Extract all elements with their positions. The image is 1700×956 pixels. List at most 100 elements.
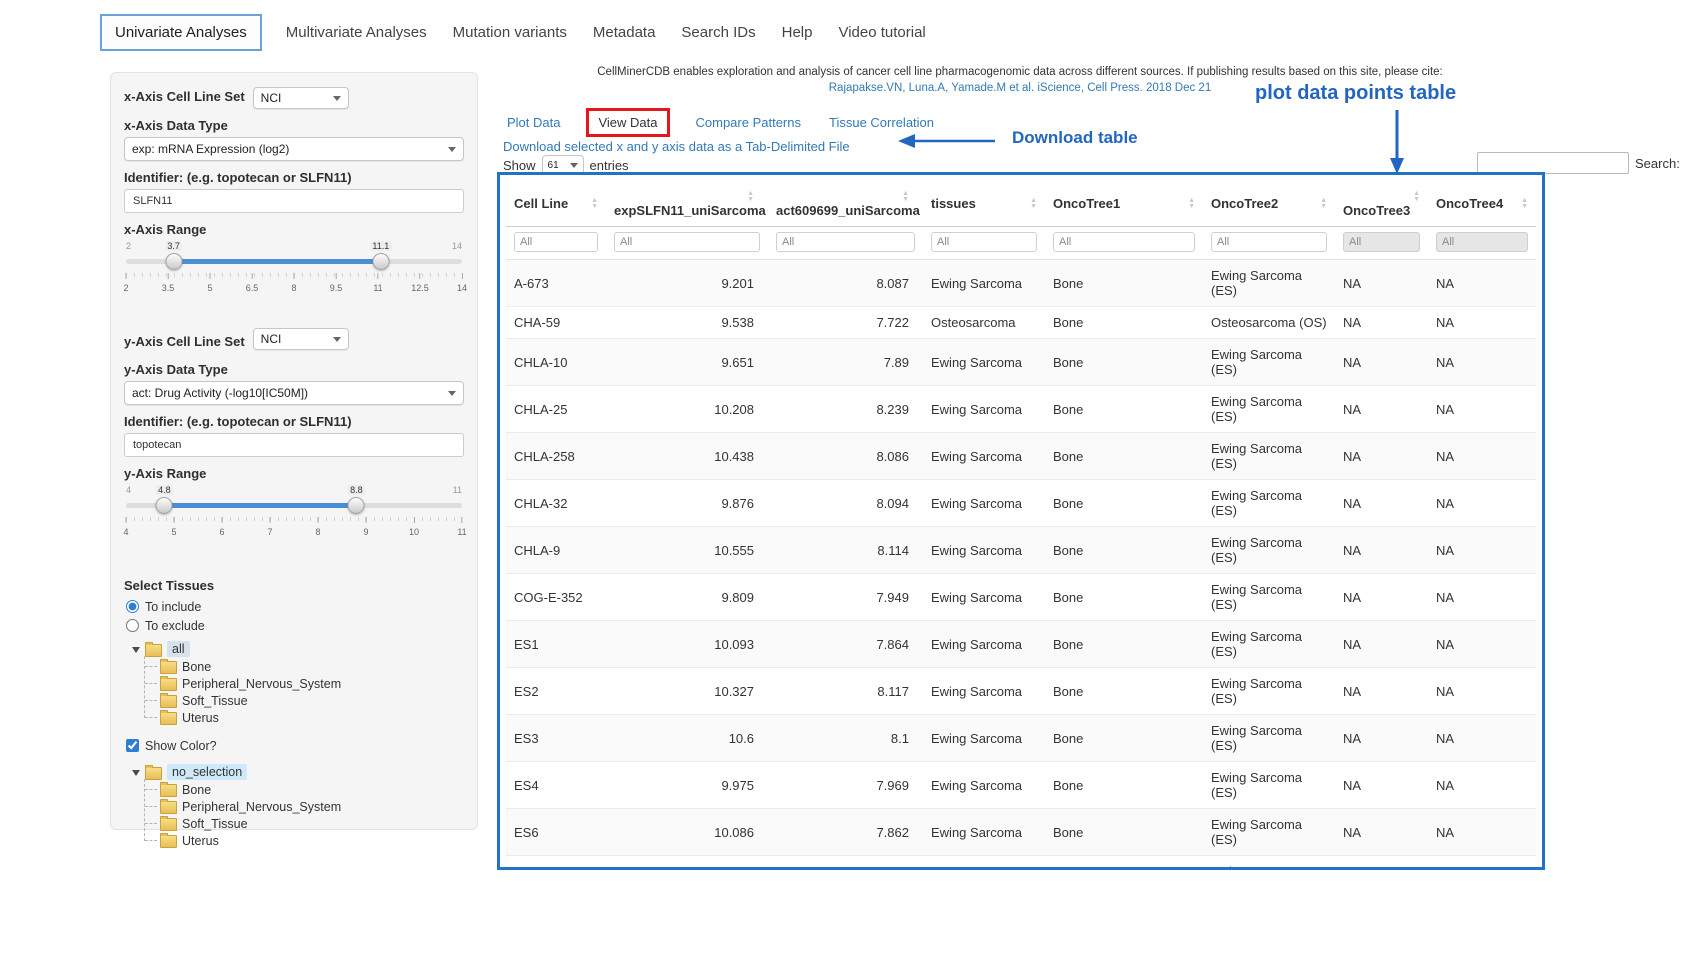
table-cell: Ewing Sarcoma (ES) [1203, 574, 1335, 621]
table-cell: Bone [1045, 574, 1203, 621]
column-header-tissues[interactable]: ▲▼tissues [923, 177, 1045, 227]
table-cell: NA [1335, 527, 1428, 574]
tab-search-ids[interactable]: Search IDs [679, 22, 757, 43]
slider-tick: 9 [363, 517, 368, 538]
tree-expand-icon[interactable] [132, 647, 140, 653]
table-cell: NA [1428, 762, 1536, 809]
column-header-oncotree3[interactable]: ▲▼OncoTree3 [1335, 177, 1428, 227]
table-cell: 9.201 [606, 260, 768, 307]
column-header-expslfn11-unisarcoma[interactable]: ▲▼expSLFN11_uniSarcoma [606, 177, 768, 227]
tree-item[interactable]: Soft_Tissue [160, 815, 464, 832]
x-data-type-select[interactable]: exp: mRNA Expression (log2) [124, 137, 464, 161]
tree-expand-icon[interactable] [132, 770, 140, 776]
slider-handle-high[interactable] [372, 253, 389, 270]
slider-handle-low[interactable] [156, 497, 173, 514]
table-cell: NA [1335, 480, 1428, 527]
tree-item[interactable]: Peripheral_Nervous_System [160, 675, 464, 692]
column-filter-input[interactable] [1053, 232, 1195, 252]
slider-handle-low[interactable] [165, 253, 182, 270]
column-header-act609699-unisarcoma[interactable]: ▲▼act609699_uniSarcoma [768, 177, 923, 227]
table-cell: 9.975 [606, 762, 768, 809]
checkbox-show-color[interactable] [126, 739, 139, 752]
y-identifier-input[interactable] [124, 433, 464, 457]
column-filter-input[interactable] [514, 232, 598, 252]
tree-item[interactable]: Peripheral_Nervous_System [160, 798, 464, 815]
table-cell: 7.949 [768, 574, 923, 621]
annotation-download-table: Download table [1012, 128, 1138, 148]
tab-plot-data[interactable]: Plot Data [505, 111, 562, 134]
x-cell-line-set-label: x-Axis Cell Line Set [124, 89, 245, 104]
table-cell: 8.239 [768, 386, 923, 433]
x-cell-line-set-select[interactable]: NCI [253, 87, 349, 109]
x-axis-range-slider[interactable]: 2 3.7 11.1 14 23.556.589.51112.514 [126, 241, 462, 305]
y-data-type-select[interactable]: act: Drug Activity (-log10[IC50M]) [124, 381, 464, 405]
slider-handle-high[interactable] [348, 497, 365, 514]
tree-item[interactable]: Soft_Tissue [160, 692, 464, 709]
table-row: COG-E-3529.8097.949Ewing SarcomaBoneEwin… [506, 574, 1536, 621]
tree-item[interactable]: Bone [160, 781, 464, 798]
folder-icon [160, 678, 177, 691]
table-cell: Ewing Sarcoma [923, 856, 1045, 871]
table-cell: Ewing Sarcoma (ES) [1203, 856, 1335, 871]
data-view-tabs: Plot Data View Data Compare Patterns Tis… [505, 108, 936, 137]
column-header-oncotree4[interactable]: ▲▼OncoTree4 [1428, 177, 1536, 227]
tab-univariate-analyses[interactable]: Univariate Analyses [100, 14, 262, 51]
tab-tissue-correlation[interactable]: Tissue Correlation [827, 111, 936, 134]
table-cell: Bone [1045, 527, 1203, 574]
slider-tick: 5 [171, 517, 176, 538]
chevron-down-icon [333, 96, 341, 101]
y-axis-range-slider[interactable]: 4 4.8 8.8 11 4567891011 [126, 485, 462, 549]
table-cell: Ewing Sarcoma (ES) [1203, 621, 1335, 668]
x-identifier-input[interactable] [124, 189, 464, 213]
tab-metadata[interactable]: Metadata [591, 22, 658, 43]
y-cell-line-set-select[interactable]: NCI [253, 328, 349, 350]
table-cell: ES2 [506, 668, 606, 715]
tab-multivariate-analyses[interactable]: Multivariate Analyses [284, 22, 429, 43]
tab-compare-patterns[interactable]: Compare Patterns [694, 111, 804, 134]
table-cell: Ewing Sarcoma [923, 260, 1045, 307]
tissue-exclude-radio[interactable]: To exclude [126, 616, 464, 635]
tab-view-data[interactable]: View Data [598, 115, 657, 130]
table-cell: NA [1335, 856, 1428, 871]
table-cell: 9.809 [606, 574, 768, 621]
tree-root[interactable]: no_selection [132, 763, 464, 781]
sort-icon: ▲▼ [902, 191, 909, 203]
tab-video-tutorial[interactable]: Video tutorial [836, 22, 927, 43]
column-header-cell-line[interactable]: ▲▼Cell Line [506, 177, 606, 227]
tree-root[interactable]: all [132, 640, 464, 658]
column-filter-input[interactable] [776, 232, 915, 252]
table-row: ES49.9757.969Ewing SarcomaBoneEwing Sarc… [506, 762, 1536, 809]
radio-exclude[interactable] [126, 619, 139, 632]
table-row: ES210.3278.117Ewing SarcomaBoneEwing Sar… [506, 668, 1536, 715]
slider-tick: 5 [207, 273, 212, 294]
table-cell: Bone [1045, 307, 1203, 339]
table-cell: NA [1428, 307, 1536, 339]
table-cell: 7.722 [768, 307, 923, 339]
table-cell: NA [1428, 386, 1536, 433]
tree-item[interactable]: Uterus [160, 832, 464, 849]
table-cell: ES4 [506, 762, 606, 809]
search-input[interactable] [1477, 152, 1629, 174]
column-header-oncotree2[interactable]: ▲▼OncoTree2 [1203, 177, 1335, 227]
slider-tick: 2 [123, 273, 128, 294]
tissue-include-radio[interactable]: To include [126, 597, 464, 616]
table-cell: Ewing Sarcoma (ES) [1203, 527, 1335, 574]
column-filter-input[interactable] [1211, 232, 1327, 252]
tab-help[interactable]: Help [780, 22, 815, 43]
column-header-oncotree1[interactable]: ▲▼OncoTree1 [1045, 177, 1203, 227]
tree-item[interactable]: Uterus [160, 709, 464, 726]
y-identifier-label: Identifier: (e.g. topotecan or SLFN11) [124, 414, 464, 429]
column-filter-input[interactable] [614, 232, 760, 252]
radio-include[interactable] [126, 600, 139, 613]
table-cell: Ewing Sarcoma (ES) [1203, 480, 1335, 527]
slider-ticks: 23.556.589.51112.514 [126, 273, 462, 297]
download-tab-delimited-link[interactable]: Download selected x and y axis data as a… [503, 139, 850, 154]
column-filter-input[interactable] [931, 232, 1037, 252]
table-cell: NA [1428, 621, 1536, 668]
table-cell: Ewing Sarcoma [923, 574, 1045, 621]
show-color-checkbox[interactable]: Show Color? [126, 736, 464, 755]
table-cell: Ewing Sarcoma [923, 668, 1045, 715]
tab-mutation-variants[interactable]: Mutation variants [451, 22, 569, 43]
tree-item[interactable]: Bone [160, 658, 464, 675]
table-cell: ES1 [506, 621, 606, 668]
